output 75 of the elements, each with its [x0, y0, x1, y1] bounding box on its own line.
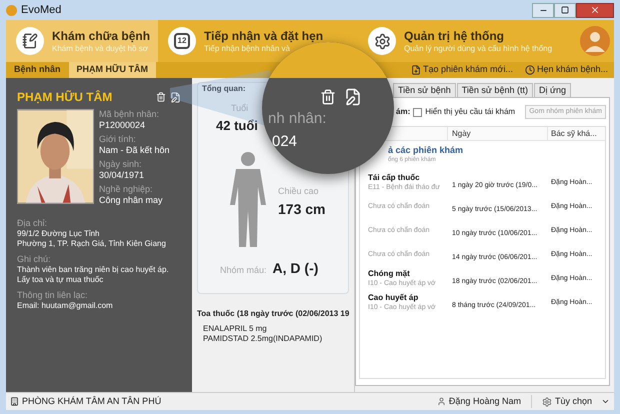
field-value: Nam - Đã kết hôn — [99, 145, 170, 156]
field-label: Mã bệnh nhân: — [99, 109, 160, 120]
edit-icon — [344, 88, 362, 106]
history-tab[interactable]: Tiền sử bệnh — [393, 83, 456, 97]
field-value: Công nhân may — [99, 195, 164, 206]
field-value: Email: huutam@gmail.com — [17, 301, 114, 311]
breadcrumb-item[interactable]: PHẠM HỮU TÂM — [68, 62, 156, 78]
magnified-label: nh nhân: — [268, 109, 326, 129]
group-title: ả các phiên khám — [388, 145, 464, 155]
toolbar-action[interactable]: Tạo phiên khám mới... — [411, 63, 513, 77]
field-label: Nghề nghiệp: — [99, 184, 154, 195]
window-title: EvoMed — [21, 2, 62, 18]
clinic-name: PHÒNG KHÁM TÂM AN TÂN PHÚ — [22, 394, 162, 408]
settings-icon — [542, 396, 552, 406]
new-file-icon — [411, 65, 421, 75]
field-label: Địa chỉ: — [17, 218, 48, 229]
delete-icon — [320, 89, 336, 105]
app-logo-icon — [6, 4, 17, 16]
module-tab[interactable]: Khám chữa bệnh Khám bệnh và duyệt hồ sơ — [6, 20, 158, 62]
session-title: Cao huyết áp — [368, 293, 418, 303]
field-value: 99/1/2 Đường Lục Tỉnh — [17, 229, 101, 239]
field-label: Ghi chú: — [17, 254, 52, 265]
maximize-icon — [561, 6, 569, 14]
height-label: Chiều cao — [278, 185, 319, 198]
history-tab[interactable]: Tiền sử bệnh (tt) — [456, 83, 533, 97]
maximize-button[interactable] — [554, 2, 576, 18]
field-value: 30/04/1971 — [99, 170, 146, 181]
user-name: Đặng Hoàng Nam — [448, 394, 532, 408]
medication-item: PAMIDSTAD 2.5mg(INDAPAMID) — [203, 334, 324, 344]
medication-item: ENALAPRIL 5 mg — [203, 324, 268, 334]
calendar-icon: 12 — [168, 27, 196, 55]
breadcrumb-item[interactable]: Bệnh nhân — [6, 62, 68, 78]
field-label: Thông tin liên lạc: — [17, 290, 89, 301]
column-header[interactable]: Ngày — [448, 127, 548, 140]
clock-icon — [524, 65, 535, 75]
session-title: Chóng mặt — [368, 269, 410, 279]
edit-icon[interactable] — [170, 92, 181, 102]
close-icon — [590, 5, 600, 15]
module-title: Quản trị hệ thống — [404, 28, 505, 44]
caret-icon — [601, 397, 610, 406]
checkbox[interactable] — [413, 108, 422, 116]
filter-label: ám: — [396, 106, 410, 118]
gear-icon — [368, 27, 396, 55]
checkbox-label: Hiển thị yêu cầu tái khám — [425, 106, 516, 118]
magnified-value: 024 — [272, 132, 298, 152]
module-title: Khám chữa bệnh — [52, 28, 150, 44]
clinic-icon — [10, 397, 19, 406]
prescription-title: Toa thuốc (18 ngày trước (02/06/2013 19 — [197, 308, 349, 320]
notepad-icon — [16, 27, 44, 55]
module-subtitle: Khám bệnh và duyệt hồ sơ — [52, 44, 149, 54]
toolbar-action[interactable]: Hẹn khám bệnh... — [524, 63, 608, 77]
field-label: Ngày sinh: — [99, 159, 143, 170]
field-value: P12000024 — [99, 120, 146, 131]
blood-type-label: Nhóm máu: — [220, 264, 267, 277]
height-value: 173 cm — [278, 200, 326, 218]
module-tab[interactable]: Quản trị hệ thống Quản lý người dùng và cấu hình hệ thống — [358, 20, 578, 62]
logo-icon — [580, 26, 610, 56]
history-tab[interactable]: Dị ứng — [534, 83, 571, 97]
field-label: Giới tính: — [99, 134, 137, 145]
options-button[interactable]: Tùy chọn — [542, 394, 610, 408]
module-subtitle: Tiếp nhận bệnh nhân và — [204, 44, 291, 54]
session-title: Tái cấp thuốc — [368, 173, 420, 183]
delete-icon[interactable] — [156, 92, 166, 102]
field-value: Thành viên ban trăng niên bị cao huyết áp. Lấy toa và tự mua thuốc — [17, 265, 170, 285]
user-icon — [436, 397, 446, 406]
patient-name: PHẠM HỮU TÂM — [17, 89, 112, 106]
blood-type-value: A, D (-) — [272, 259, 318, 278]
module-subtitle: Quản lý người dùng và cấu hình hệ thống — [404, 44, 552, 54]
overview-title: Tổng quan: — [201, 83, 247, 95]
module-tab[interactable]: 12 Tiếp nhận và đặt hẹn Tiếp nhận bệnh nhân và — [158, 20, 358, 62]
age-value: 42 tuổi — [216, 116, 258, 134]
module-title: Tiếp nhận và đặt hẹn — [204, 28, 324, 44]
field-value: Phường 1, TP. Rạch Giá, Tỉnh Kiên Giang — [17, 239, 167, 249]
close-button[interactable] — [576, 2, 614, 18]
column-header[interactable]: Bác sỹ khá... — [548, 128, 597, 140]
